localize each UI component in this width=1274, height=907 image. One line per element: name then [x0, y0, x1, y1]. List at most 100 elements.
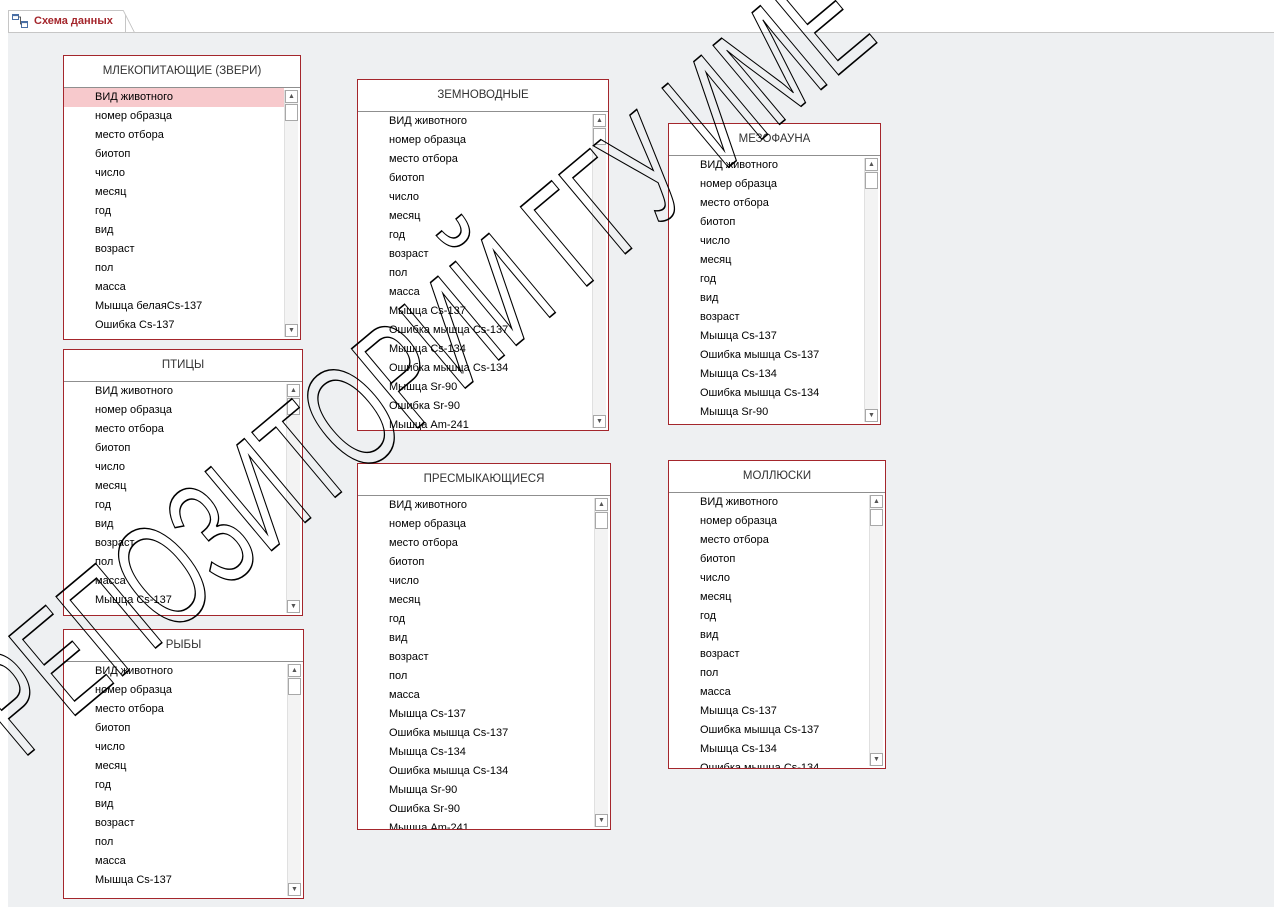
field-item[interactable]: месяц — [64, 477, 286, 496]
field-item[interactable]: возраст — [669, 308, 864, 327]
field-item[interactable]: ВИД животного — [358, 112, 592, 131]
field-item[interactable]: ВИД животного — [358, 496, 594, 515]
table-fish[interactable]: РЫБЫ ВИД животного номер образца место отб… — [63, 629, 304, 899]
field-item[interactable]: возраст — [64, 534, 286, 553]
field-item[interactable]: вид — [669, 626, 869, 645]
field-item[interactable]: вид — [64, 221, 284, 240]
table-title[interactable]: МЕЗОФАУНА — [669, 124, 880, 156]
field-item[interactable]: Ошибка мышца Cs-137 — [358, 321, 592, 340]
field-item[interactable]: масса — [64, 852, 287, 871]
field-item[interactable]: биотоп — [669, 213, 864, 232]
field-item[interactable]: месяц — [358, 591, 594, 610]
field-item[interactable]: Ошибка Sr-90 — [358, 800, 594, 819]
field-item[interactable]: возраст — [358, 648, 594, 667]
table-title[interactable]: ПТИЦЫ — [64, 350, 302, 382]
field-item[interactable]: место отбора — [64, 700, 287, 719]
field-item[interactable]: число — [669, 232, 864, 251]
vertical-scrollbar[interactable]: ▲ ▼ — [287, 664, 301, 896]
scroll-up-icon[interactable]: ▲ — [865, 158, 878, 171]
field-item[interactable]: Мышца белаяCs-137 — [64, 297, 284, 316]
field-item[interactable]: масса — [64, 278, 284, 297]
field-item[interactable]: масса — [358, 283, 592, 302]
field-item[interactable]: число — [669, 569, 869, 588]
vertical-scrollbar[interactable]: ▲ ▼ — [286, 384, 300, 613]
field-item[interactable]: масса — [64, 572, 286, 591]
field-item[interactable]: месяц — [669, 588, 869, 607]
field-item[interactable]: ВИД животного — [669, 493, 869, 512]
vertical-scrollbar[interactable]: ▲ ▼ — [592, 114, 606, 428]
field-item[interactable]: биотоп — [64, 439, 286, 458]
field-item[interactable]: год — [358, 226, 592, 245]
scroll-up-icon[interactable]: ▲ — [287, 384, 300, 397]
table-amphibians[interactable]: ЗЕМНОВОДНЫЕ ВИД животного номер образца ме… — [357, 79, 609, 431]
field-item[interactable]: место отбора — [358, 150, 592, 169]
scroll-up-icon[interactable]: ▲ — [593, 114, 606, 127]
field-item[interactable]: номер образца — [669, 175, 864, 194]
field-item[interactable]: год — [64, 202, 284, 221]
field-item[interactable]: возраст — [669, 645, 869, 664]
scroll-up-icon[interactable]: ▲ — [285, 90, 298, 103]
tab-relationships[interactable]: Схема данных — [8, 10, 136, 34]
scroll-down-icon[interactable]: ▼ — [287, 600, 300, 613]
scroll-thumb[interactable] — [595, 512, 608, 529]
field-item[interactable]: биотоп — [64, 145, 284, 164]
field-item[interactable]: Ошибка мышца Cs-134 — [358, 359, 592, 378]
field-item[interactable]: Ошибка мышца Cs-137 — [669, 721, 869, 740]
field-item[interactable]: год — [64, 776, 287, 795]
field-item[interactable]: число — [64, 164, 284, 183]
field-item[interactable]: Ошибка Cs-137 — [64, 316, 284, 335]
field-item[interactable]: пол — [358, 667, 594, 686]
vertical-scrollbar[interactable]: ▲ ▼ — [864, 158, 878, 422]
field-item[interactable]: число — [64, 738, 287, 757]
field-item[interactable]: Мышца Cs-137 — [64, 591, 286, 610]
field-item[interactable]: число — [358, 572, 594, 591]
scroll-thumb[interactable] — [870, 509, 883, 526]
scroll-thumb[interactable] — [287, 398, 300, 415]
scroll-thumb[interactable] — [865, 172, 878, 189]
field-item[interactable]: пол — [64, 259, 284, 278]
field-item[interactable]: Ошибка мышца Cs-137 — [669, 346, 864, 365]
field-item[interactable]: возраст — [64, 240, 284, 259]
scroll-down-icon[interactable]: ▼ — [285, 324, 298, 337]
field-item[interactable]: Мышца Cs-137 — [64, 871, 287, 890]
table-title[interactable]: МЛЕКОПИТАЮЩИЕ (ЗВЕРИ) — [64, 56, 300, 88]
field-item[interactable]: Мышца Cs-134 — [358, 340, 592, 359]
scroll-down-icon[interactable]: ▼ — [595, 814, 608, 827]
field-item[interactable]: пол — [64, 553, 286, 572]
field-item[interactable]: Мышца Sr-90 — [669, 403, 864, 422]
field-item[interactable]: ВИД животного — [64, 662, 287, 681]
field-item[interactable]: Мышца Cs-137 — [669, 327, 864, 346]
field-item[interactable]: масса — [358, 686, 594, 705]
field-item[interactable]: номер образца — [358, 515, 594, 534]
table-title[interactable]: ПРЕСМЫКАЮЩИЕСЯ — [358, 464, 610, 496]
field-item[interactable]: Ошибка мышца Cs-134 — [669, 759, 869, 768]
field-item[interactable]: Мышца Sr-90 — [358, 781, 594, 800]
field-item[interactable]: биотоп — [358, 169, 592, 188]
field-item[interactable]: месяц — [358, 207, 592, 226]
field-item[interactable]: число — [358, 188, 592, 207]
field-item[interactable]: Мышца Cs-134 — [358, 743, 594, 762]
field-item[interactable]: вид — [358, 629, 594, 648]
scroll-down-icon[interactable]: ▼ — [865, 409, 878, 422]
scroll-thumb[interactable] — [288, 678, 301, 695]
field-item[interactable]: год — [669, 270, 864, 289]
field-item[interactable]: Мышца Cs-137 — [358, 302, 592, 321]
scroll-down-icon[interactable]: ▼ — [593, 415, 606, 428]
field-item[interactable]: масса — [669, 683, 869, 702]
scroll-up-icon[interactable]: ▲ — [288, 664, 301, 677]
scroll-thumb[interactable] — [285, 104, 298, 121]
field-item[interactable]: Мышца Am-241 — [358, 819, 594, 829]
field-item[interactable]: место отбора — [669, 531, 869, 550]
field-item[interactable]: Мышца Cs-134 — [669, 365, 864, 384]
field-item[interactable]: место отбора — [64, 420, 286, 439]
vertical-scrollbar[interactable]: ▲ ▼ — [869, 495, 883, 766]
table-birds[interactable]: ПТИЦЫ ВИД животного номер образца место от… — [63, 349, 303, 616]
scroll-thumb[interactable] — [593, 128, 606, 145]
scroll-down-icon[interactable]: ▼ — [870, 753, 883, 766]
field-item[interactable]: номер образца — [669, 512, 869, 531]
table-mesofauna[interactable]: МЕЗОФАУНА ВИД животного номер образца мест… — [668, 123, 881, 425]
field-item[interactable]: год — [64, 496, 286, 515]
field-item[interactable]: год — [669, 607, 869, 626]
table-mollusks[interactable]: МОЛЛЮСКИ ВИД животного номер образца место… — [668, 460, 886, 769]
field-item[interactable]: вид — [64, 515, 286, 534]
